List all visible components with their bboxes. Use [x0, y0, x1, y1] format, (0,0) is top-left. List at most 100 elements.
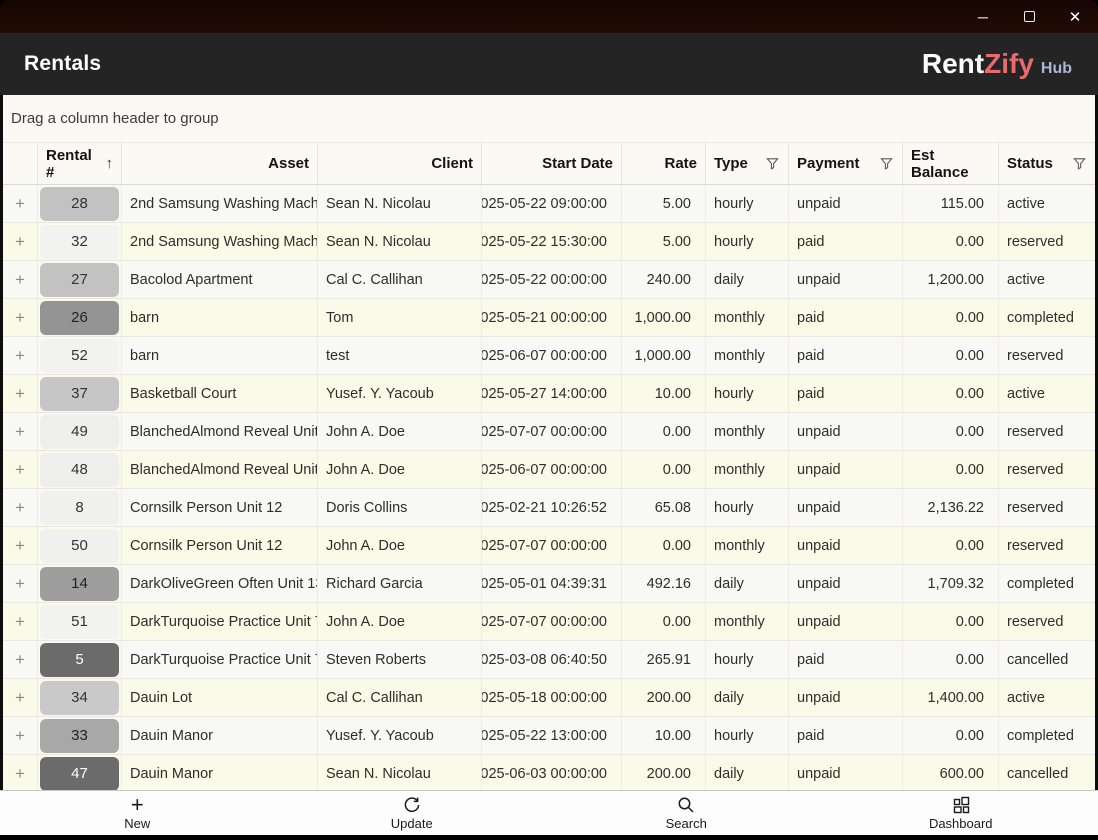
status-cell: reserved: [999, 413, 1095, 450]
update-button[interactable]: Update: [275, 791, 550, 835]
header-est-balance[interactable]: Est Balance: [903, 143, 999, 184]
status-cell: completed: [999, 717, 1095, 754]
table-row[interactable]: + 33 Dauin Manor Yusef. Y. Yacoub 2025-0…: [3, 717, 1095, 755]
type-cell: daily: [706, 261, 789, 298]
table-row[interactable]: + 47 Dauin Manor Sean N. Nicolau 2025-06…: [3, 755, 1095, 790]
minimize-button[interactable]: ─: [960, 0, 1006, 33]
header-expander: [3, 143, 38, 184]
header-payment[interactable]: Payment: [789, 143, 903, 184]
client-cell: Yusef. Y. Yacoub: [318, 717, 482, 754]
payment-cell: unpaid: [789, 603, 903, 640]
asset-cell: Dauin Lot: [122, 679, 318, 716]
header-client[interactable]: Client: [318, 143, 482, 184]
asset-cell: BlanchedAlmond Reveal Unit 20: [122, 451, 318, 488]
header-rate[interactable]: Rate: [622, 143, 706, 184]
filter-icon[interactable]: [765, 156, 780, 171]
row-expander[interactable]: +: [3, 185, 38, 222]
table-row[interactable]: + 37 Basketball Court Yusef. Y. Yacoub 2…: [3, 375, 1095, 413]
client-cell: Sean N. Nicolau: [318, 223, 482, 260]
row-expander[interactable]: +: [3, 679, 38, 716]
row-expander[interactable]: +: [3, 717, 38, 754]
est-balance-cell: 0.00: [903, 413, 999, 450]
table-row[interactable]: + 51 DarkTurquoise Practice Unit 7 John …: [3, 603, 1095, 641]
row-expander[interactable]: +: [3, 223, 38, 260]
start-date-cell: 2025-05-22 13:00:00: [482, 717, 622, 754]
header-type[interactable]: Type: [706, 143, 789, 184]
rate-cell: 10.00: [622, 717, 706, 754]
asset-cell: Cornsilk Person Unit 12: [122, 527, 318, 564]
row-expander[interactable]: +: [3, 261, 38, 298]
est-balance-cell: 0.00: [903, 337, 999, 374]
table-row[interactable]: + 27 Bacolod Apartment Cal C. Callihan 2…: [3, 261, 1095, 299]
table-row[interactable]: + 28 2nd Samsung Washing Machine Sean N.…: [3, 185, 1095, 223]
table-row[interactable]: + 32 2nd Samsung Washing Machine Sean N.…: [3, 223, 1095, 261]
table-row[interactable]: + 14 DarkOliveGreen Often Unit 13 Richar…: [3, 565, 1095, 603]
status-cell: cancelled: [999, 641, 1095, 678]
table-row[interactable]: + 48 BlanchedAlmond Reveal Unit 20 John …: [3, 451, 1095, 489]
type-cell: daily: [706, 679, 789, 716]
row-expander[interactable]: +: [3, 755, 38, 790]
row-expander[interactable]: +: [3, 603, 38, 640]
rate-cell: 10.00: [622, 375, 706, 412]
rental-number-badge: 34: [40, 681, 119, 715]
status-cell: active: [999, 679, 1095, 716]
dashboard-button-label: Dashboard: [929, 816, 993, 831]
sort-ascending-icon: ↑: [106, 155, 114, 172]
table-row[interactable]: + 26 barn Tom 2025-05-21 00:00:00 1,000.…: [3, 299, 1095, 337]
close-button[interactable]: ✕: [1052, 0, 1098, 33]
rental-number-cell: 14: [38, 565, 122, 602]
table-row[interactable]: + 5 DarkTurquoise Practice Unit 7 Steven…: [3, 641, 1095, 679]
row-expander[interactable]: +: [3, 527, 38, 564]
dashboard-icon: [951, 795, 971, 815]
table-row[interactable]: + 50 Cornsilk Person Unit 12 John A. Doe…: [3, 527, 1095, 565]
type-cell: monthly: [706, 527, 789, 564]
rate-cell: 0.00: [622, 527, 706, 564]
row-expander[interactable]: +: [3, 299, 38, 336]
table-row[interactable]: + 52 barn test 2025-06-07 00:00:00 1,000…: [3, 337, 1095, 375]
header-start-date[interactable]: Start Date: [482, 143, 622, 184]
table-row[interactable]: + 49 BlanchedAlmond Reveal Unit 20 John …: [3, 413, 1095, 451]
rental-number-badge: 14: [40, 567, 119, 601]
rental-number-cell: 26: [38, 299, 122, 336]
minimize-icon: ─: [978, 9, 988, 25]
client-cell: Tom: [318, 299, 482, 336]
row-expander[interactable]: +: [3, 565, 38, 602]
row-expander[interactable]: +: [3, 337, 38, 374]
table-row[interactable]: + 34 Dauin Lot Cal C. Callihan 2025-05-1…: [3, 679, 1095, 717]
new-button[interactable]: + New: [0, 791, 275, 835]
table-row[interactable]: + 8 Cornsilk Person Unit 12 Doris Collin…: [3, 489, 1095, 527]
client-cell: Sean N. Nicolau: [318, 185, 482, 222]
dashboard-button[interactable]: Dashboard: [824, 791, 1098, 835]
client-cell: Cal C. Callihan: [318, 679, 482, 716]
titlebar[interactable]: ─ ✕: [0, 0, 1098, 33]
client-cell: Steven Roberts: [318, 641, 482, 678]
search-button[interactable]: Search: [549, 791, 824, 835]
row-expander[interactable]: +: [3, 375, 38, 412]
est-balance-cell: 0.00: [903, 717, 999, 754]
status-cell: reserved: [999, 489, 1095, 526]
app-logo: RentZifyHub: [922, 48, 1072, 80]
header-rental-number[interactable]: Rental # ↑: [38, 143, 122, 184]
filter-icon[interactable]: [1072, 156, 1087, 171]
rate-cell: 0.00: [622, 603, 706, 640]
header-status[interactable]: Status: [999, 143, 1095, 184]
row-expander[interactable]: +: [3, 641, 38, 678]
header-asset[interactable]: Asset: [122, 143, 318, 184]
rental-number-badge: 32: [40, 225, 119, 259]
start-date-cell: 2025-05-22 00:00:00: [482, 261, 622, 298]
row-expander[interactable]: +: [3, 413, 38, 450]
header-label: Status: [1007, 155, 1053, 172]
group-by-panel[interactable]: Drag a column header to group: [3, 95, 1095, 143]
logo-part-zify: Zify: [984, 48, 1034, 80]
app-window: ─ ✕ Rentals RentZifyHub Drag a column he…: [0, 0, 1098, 840]
client-cell: Yusef. Y. Yacoub: [318, 375, 482, 412]
logo-part-rent: Rent: [922, 48, 984, 80]
rental-number-badge: 5: [40, 643, 119, 677]
row-expander[interactable]: +: [3, 489, 38, 526]
start-date-cell: 2025-07-07 00:00:00: [482, 527, 622, 564]
start-date-cell: 2025-05-27 14:00:00: [482, 375, 622, 412]
rental-number-badge: 27: [40, 263, 119, 297]
row-expander[interactable]: +: [3, 451, 38, 488]
maximize-button[interactable]: [1006, 0, 1052, 33]
filter-icon[interactable]: [879, 156, 894, 171]
